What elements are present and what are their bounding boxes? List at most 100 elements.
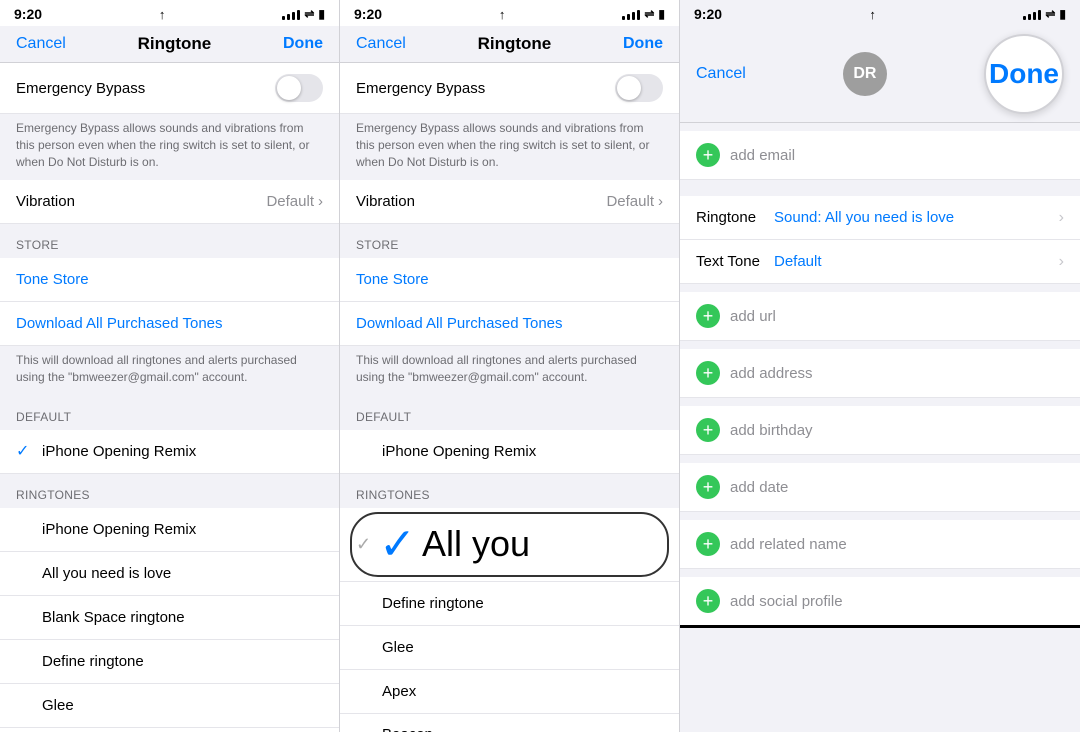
emergency-bypass-label-2: Emergency Bypass	[356, 80, 485, 97]
nav-title-2: Ringtone	[478, 34, 552, 54]
ringtones-section-1: ✓ iPhone Opening Remix ✓ All you need is…	[0, 508, 339, 732]
list-item-r1-3[interactable]: ✓ Define ringtone	[0, 640, 339, 684]
vibration-row-2[interactable]: Vibration Default ›	[340, 180, 679, 224]
add-email-icon: +	[696, 143, 720, 167]
text-tone-row[interactable]: Text Tone Default ›	[680, 240, 1080, 284]
done-button-2[interactable]: Done	[623, 35, 663, 53]
status-icons-1: ⇌ ▮	[282, 7, 325, 21]
list-item-r1-4[interactable]: ✓ Glee	[0, 684, 339, 728]
emergency-bypass-toggle-1[interactable]	[275, 74, 323, 102]
vibration-row-1[interactable]: Vibration Default ›	[0, 180, 339, 224]
list-item-r1-2[interactable]: ✓ Blank Space ringtone	[0, 596, 339, 640]
contact-scroll: + add email Ringtone Sound: All you need…	[680, 123, 1080, 732]
sep-6	[680, 455, 1080, 463]
sep-8	[680, 569, 1080, 577]
status-bar-3: 9:20 ↑ ⇌ ▮	[680, 0, 1080, 26]
status-bar-2: 9:20 ↑ ⇌ ▮	[340, 0, 679, 26]
nav-bar-2: Cancel Ringtone Done	[340, 26, 679, 63]
add-birthday-label: add birthday	[730, 422, 813, 439]
download-tones-row-1[interactable]: Download All Purchased Tones	[0, 302, 339, 346]
vibration-label-2: Vibration	[356, 193, 415, 210]
add-related-name-row[interactable]: + add related name	[680, 520, 1080, 569]
emergency-bypass-label-1: Emergency Bypass	[16, 80, 145, 97]
default-section-1: ✓ iPhone Opening Remix	[0, 430, 339, 474]
list-item-r2-3[interactable]: ✓ Beacon	[340, 714, 679, 732]
add-email-row[interactable]: + add email	[680, 131, 1080, 180]
ringtone-chevron-icon: ›	[1059, 209, 1064, 227]
tone-store-row-1[interactable]: Tone Store	[0, 258, 339, 302]
wifi-icon-1: ⇌	[304, 7, 314, 21]
ringtone-label: Ringtone	[696, 209, 766, 226]
tone-store-label-1: Tone Store	[16, 271, 89, 288]
list-item-r2-0[interactable]: ✓ Define ringtone	[340, 582, 679, 626]
status-bar-1: 9:20 ↑ ⇌ ▮	[0, 0, 339, 26]
default-item-1[interactable]: ✓ iPhone Opening Remix	[0, 430, 339, 474]
add-social-profile-label: add social profile	[730, 593, 843, 610]
default-section-2: ✓ iPhone Opening Remix	[340, 430, 679, 474]
add-url-icon: +	[696, 304, 720, 328]
done-button-1[interactable]: Done	[283, 35, 323, 53]
wifi-icon-2: ⇌	[644, 7, 654, 21]
battery-icon-1: ▮	[318, 7, 325, 21]
add-birthday-row[interactable]: + add birthday	[680, 406, 1080, 455]
zoomed-text: All you	[422, 523, 530, 565]
arrow-icon-2: ↑	[499, 7, 506, 22]
sep-7	[680, 512, 1080, 520]
panel-3: 9:20 ↑ ⇌ ▮ Cancel DR Done + add email Ri…	[680, 0, 1080, 732]
add-related-name-label: add related name	[730, 536, 847, 553]
add-url-label: add url	[730, 308, 776, 325]
list-item-r1-0[interactable]: ✓ iPhone Opening Remix	[0, 508, 339, 552]
vibration-section-2: Vibration Default ›	[340, 180, 679, 224]
download-tones-row-2[interactable]: Download All Purchased Tones	[340, 302, 679, 346]
cancel-button-2[interactable]: Cancel	[356, 35, 406, 53]
add-date-row[interactable]: + add date	[680, 463, 1080, 512]
store-section-2: Tone Store Download All Purchased Tones	[340, 258, 679, 346]
tone-store-row-2[interactable]: Tone Store	[340, 258, 679, 302]
list-item-r1-5[interactable]: ✓ Apex	[0, 728, 339, 732]
scroll-content-1: Emergency Bypass Emergency Bypass allows…	[0, 63, 339, 732]
time-3: 9:20	[694, 6, 722, 22]
sep-5	[680, 398, 1080, 406]
checkmark-big-icon: ✓	[379, 519, 416, 570]
nav-bar-1: Cancel Ringtone Done	[0, 26, 339, 63]
store-header-2: STORE	[340, 224, 679, 258]
signal-bars-3	[1023, 8, 1041, 20]
ringtone-setting-row[interactable]: Ringtone Sound: All you need is love ›	[680, 196, 1080, 240]
ringtones-section-2: ✓ ✓ All you ✓ Define ringtone ✓ Glee ✓ A…	[340, 508, 679, 732]
wifi-icon-3: ⇌	[1045, 7, 1055, 21]
arrow-icon-3: ↑	[869, 7, 876, 22]
add-address-row[interactable]: + add address	[680, 349, 1080, 398]
vibration-value-1: Default ›	[266, 193, 323, 210]
add-social-profile-row[interactable]: + add social profile	[680, 577, 1080, 628]
ringtones-header-1: RINGTONES	[0, 474, 339, 508]
time-2: 9:20	[354, 6, 382, 22]
zoomed-ringtone-item[interactable]: ✓ ✓ All you	[340, 508, 679, 582]
download-desc-1: This will download all ringtones and ale…	[0, 346, 339, 396]
default-item-2[interactable]: ✓ iPhone Opening Remix	[340, 430, 679, 474]
signal-bars-1	[282, 8, 300, 20]
sep-3	[680, 284, 1080, 292]
default-header-1: DEFAULT	[0, 396, 339, 430]
add-address-label: add address	[730, 365, 813, 382]
text-tone-label: Text Tone	[696, 253, 766, 270]
cancel-button-1[interactable]: Cancel	[16, 35, 66, 53]
add-url-row[interactable]: + add url	[680, 292, 1080, 341]
done-button-3[interactable]: Done	[984, 34, 1064, 114]
sep-2	[680, 180, 1080, 188]
emergency-bypass-toggle-2[interactable]	[615, 74, 663, 102]
vibration-value-2: Default ›	[606, 193, 663, 210]
emergency-bypass-row-2: Emergency Bypass	[340, 63, 679, 114]
contact-nav-bar: Cancel DR Done	[680, 26, 1080, 123]
cancel-button-3[interactable]: Cancel	[696, 65, 746, 83]
add-related-name-icon: +	[696, 532, 720, 556]
vibration-section-1: Vibration Default ›	[0, 180, 339, 224]
list-item-r2-1[interactable]: ✓ Glee	[340, 626, 679, 670]
list-item-r1-1[interactable]: ✓ All you need is love	[0, 552, 339, 596]
list-item-r2-2[interactable]: ✓ Apex	[340, 670, 679, 714]
download-tones-label-1: Download All Purchased Tones	[16, 315, 223, 332]
add-address-icon: +	[696, 361, 720, 385]
ringtone-value: Sound: All you need is love	[774, 209, 1059, 226]
sep-4	[680, 341, 1080, 349]
add-social-profile-icon: +	[696, 589, 720, 613]
signal-bars-2	[622, 8, 640, 20]
